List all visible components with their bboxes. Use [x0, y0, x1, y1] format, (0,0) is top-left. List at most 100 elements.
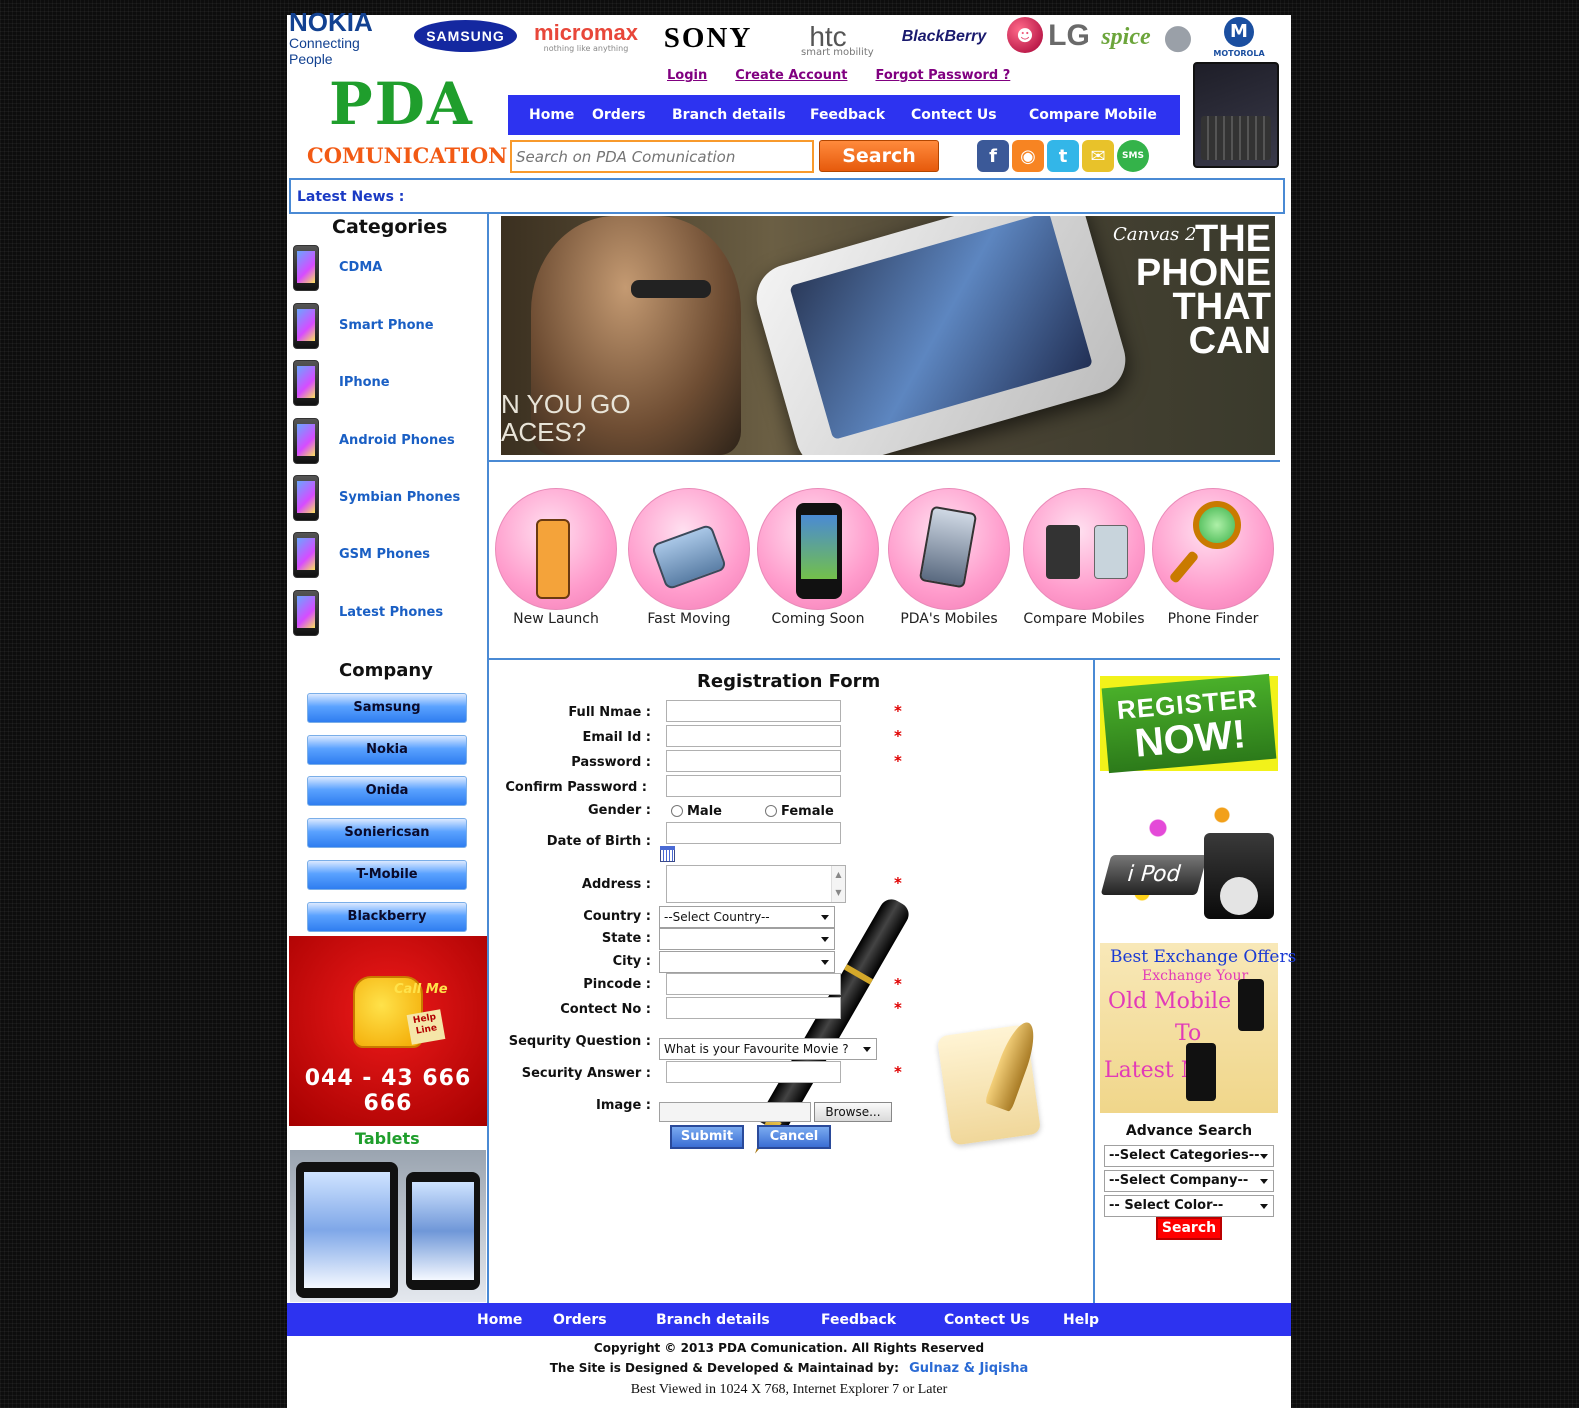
company-select[interactable]: --Select Company--: [1104, 1170, 1274, 1192]
apple-icon[interactable]: ●: [1161, 17, 1195, 57]
category-symbian-phones[interactable]: Symbian Phones: [291, 475, 481, 523]
category-iphone[interactable]: IPhone: [291, 360, 481, 408]
category-latest-phones[interactable]: Latest Phones: [291, 590, 481, 638]
feature-compare-mobiles[interactable]: Compare Mobiles: [1021, 488, 1151, 638]
nav-orders[interactable]: Orders: [592, 107, 646, 123]
categories-select[interactable]: --Select Categories--: [1104, 1145, 1274, 1167]
company-tmobile-button[interactable]: T-Mobile: [307, 860, 467, 890]
motorola-logo[interactable]: M MOTOROLA: [1203, 15, 1275, 59]
dob-field[interactable]: [666, 822, 841, 844]
full-name-field[interactable]: [666, 700, 841, 722]
create-account-link[interactable]: Create Account: [735, 68, 847, 83]
exchange-line: Best Exchange Offers: [1110, 947, 1297, 967]
login-link[interactable]: Login: [667, 68, 707, 83]
country-select[interactable]: --Select Country--: [659, 906, 835, 928]
textarea-scrollbar[interactable]: ▲ ▼: [831, 866, 845, 902]
samsung-logo[interactable]: SAMSUNG: [414, 20, 517, 52]
form-title: Registration Form: [697, 671, 881, 692]
company-soniericsan-button[interactable]: Soniericsan: [307, 818, 467, 848]
rss-icon[interactable]: ◉: [1012, 140, 1044, 172]
nav-compare-mobile[interactable]: Compare Mobile: [1029, 107, 1157, 123]
feature-label: PDA's Mobiles: [900, 611, 998, 627]
category-smart-phone[interactable]: Smart Phone: [291, 303, 481, 351]
company-nokia-button[interactable]: Nokia: [307, 735, 467, 765]
twitter-icon[interactable]: t: [1047, 140, 1079, 172]
footer-help[interactable]: Help: [1063, 1312, 1099, 1328]
category-cdma[interactable]: CDMA: [291, 245, 481, 293]
mail-icon[interactable]: ✉: [1082, 140, 1114, 172]
footer-feedback[interactable]: Feedback: [821, 1312, 896, 1328]
tablet-large: [296, 1162, 398, 1298]
register-now-banner[interactable]: REGISTER NOW!: [1100, 673, 1278, 774]
category-android-phones[interactable]: Android Phones: [291, 418, 481, 466]
calendar-icon[interactable]: [660, 846, 675, 862]
company-samsung-button[interactable]: Samsung: [307, 693, 467, 723]
exchange-line: Old Mobile: [1108, 989, 1232, 1014]
feature-pdas-mobiles[interactable]: PDA's Mobiles: [886, 488, 1016, 638]
site-logo-title[interactable]: PDA: [329, 75, 472, 133]
help-line-tag: Help Line: [406, 1009, 446, 1045]
sms-icon[interactable]: SMS: [1117, 140, 1149, 172]
required-mark: *: [894, 1063, 902, 1081]
address-field[interactable]: ▲ ▼: [666, 865, 846, 903]
male-radio[interactable]: [671, 805, 683, 817]
account-links: Login Create Account Forgot Password ?: [667, 68, 1010, 83]
company-blackberry-button[interactable]: Blackberry: [307, 902, 467, 932]
helpline-banner[interactable]: Call Me Help Line 044 - 43 666 666: [289, 936, 487, 1126]
browse-button[interactable]: Browse...: [814, 1102, 892, 1122]
facebook-icon[interactable]: f: [977, 140, 1009, 172]
city-select[interactable]: [659, 951, 835, 973]
footer-home[interactable]: Home: [477, 1312, 522, 1328]
feature-phone-finder[interactable]: Phone Finder: [1150, 488, 1280, 638]
confirm-password-field[interactable]: [666, 775, 841, 797]
image-file-field[interactable]: [659, 1102, 811, 1122]
lg-face-icon[interactable]: ☻: [1007, 17, 1043, 53]
netbook-image[interactable]: [1193, 62, 1279, 168]
category-gsm-phones[interactable]: GSM Phones: [291, 532, 481, 580]
section-divider: [489, 460, 1280, 462]
security-question-select[interactable]: What is your Favourite Movie ?: [659, 1038, 877, 1060]
nav-home[interactable]: Home: [529, 107, 574, 123]
feature-fast-moving[interactable]: Fast Moving: [626, 488, 756, 638]
nav-branch-details[interactable]: Branch details: [672, 107, 786, 123]
search-button[interactable]: Search: [819, 140, 939, 172]
htc-logo[interactable]: htc smart mobility: [773, 17, 883, 58]
nokia-logo[interactable]: NOKIA Connecting People: [289, 9, 405, 67]
search-input[interactable]: [510, 140, 814, 173]
security-answer-field[interactable]: [666, 1061, 841, 1083]
submit-button[interactable]: Submit: [670, 1125, 744, 1149]
female-radio[interactable]: [765, 805, 777, 817]
blackberry-logo[interactable]: BlackBerry: [890, 25, 998, 49]
color-select[interactable]: -- Select Color--: [1104, 1195, 1274, 1217]
nav-feedback[interactable]: Feedback: [810, 107, 885, 123]
micromax-logo[interactable]: micromax nothing like anything: [527, 19, 645, 55]
lg-logo[interactable]: LG: [1045, 19, 1093, 53]
spice-logo[interactable]: spice: [1096, 19, 1156, 55]
forgot-password-link[interactable]: Forgot Password ?: [875, 68, 1010, 83]
state-select[interactable]: [659, 928, 835, 950]
contact-no-field[interactable]: [666, 997, 841, 1019]
sony-logo[interactable]: SONY: [649, 22, 767, 54]
footer-branch-details[interactable]: Branch details: [656, 1312, 770, 1328]
ipod-banner[interactable]: i Pod: [1100, 785, 1278, 923]
advance-search-title: Advance Search: [1125, 1123, 1253, 1139]
tablets-image[interactable]: [290, 1150, 486, 1302]
email-field[interactable]: [666, 725, 841, 747]
footer-orders[interactable]: Orders: [553, 1312, 607, 1328]
ipod-device-image: [1204, 833, 1274, 919]
hero-banner[interactable]: N YOU GO ACES? Canvas 2 THE PHONE THAT C…: [501, 216, 1275, 455]
male-label: Male: [687, 804, 722, 819]
category-label: Smart Phone: [339, 318, 434, 333]
cancel-button[interactable]: Cancel: [757, 1125, 831, 1149]
company-onida-button[interactable]: Onida: [307, 776, 467, 806]
pincode-field[interactable]: [666, 973, 841, 995]
feature-coming-soon[interactable]: Coming Soon: [755, 488, 885, 638]
advance-search-button[interactable]: Search: [1156, 1217, 1222, 1240]
designers-link[interactable]: Gulnaz & Jiqisha: [909, 1361, 1028, 1376]
feature-new-launch[interactable]: New Launch: [493, 488, 623, 638]
pdas-mobiles-icon: [888, 488, 1010, 610]
password-field[interactable]: [666, 750, 841, 772]
nav-contact-us[interactable]: Contect Us: [911, 107, 997, 123]
exchange-offer-banner[interactable]: Best Exchange Offers Exchange Your Old M…: [1100, 943, 1296, 1113]
footer-contact-us[interactable]: Contect Us: [944, 1312, 1030, 1328]
